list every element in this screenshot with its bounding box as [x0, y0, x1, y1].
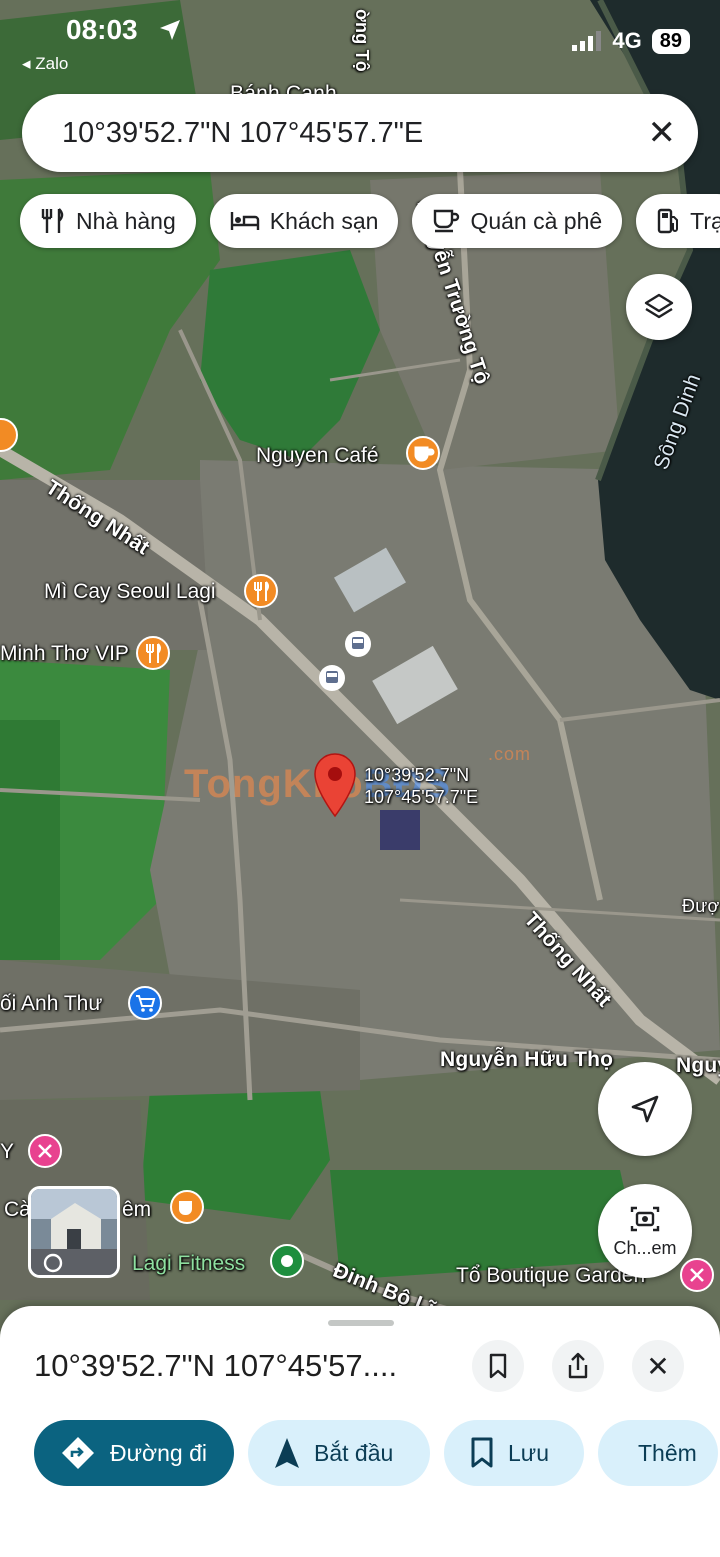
bookmark-icon: [489, 1353, 507, 1379]
shopping-cart-marker-icon[interactable]: [128, 986, 162, 1026]
gas-station-icon: [657, 208, 679, 234]
dropped-pin-icon[interactable]: [312, 752, 358, 818]
attraction-marker-icon[interactable]: [680, 1258, 714, 1298]
poi-label-oi-anh-thu[interactable]: ối Anh Thư: [0, 992, 102, 1016]
directions-button[interactable]: Đường đi: [34, 1420, 234, 1486]
network-type: 4G: [612, 28, 642, 53]
chip-label: Khách sạn: [269, 207, 379, 234]
road-label-nguy-edge: Nguy: [676, 1054, 720, 1077]
search-bar[interactable]: 10°39'52.7"N 107°45'57.7"E ✕: [22, 94, 698, 172]
cafe-marker-icon[interactable]: [406, 436, 440, 476]
bus-stop-icon[interactable]: [318, 664, 346, 692]
dropped-pin-coordinates: 10°39'52.7"N 107°45'57.7"E: [364, 764, 478, 808]
status-time: 08:03: [66, 14, 138, 45]
map-view[interactable]: Thống Nhất Thống Nhất Nguyễn Trường Tộ N…: [0, 0, 720, 1340]
save-label: Lưu: [508, 1439, 549, 1466]
my-location-button[interactable]: [598, 1062, 692, 1156]
restaurant-marker-icon[interactable]: [136, 636, 170, 676]
poi-label-ca[interactable]: Cà: [4, 1198, 31, 1222]
action-buttons: Đường đi Bắt đầu Lưu Thêm: [34, 1420, 718, 1486]
chip-label: Trạ: [690, 207, 720, 234]
dropped-pin-lng: 107°45'57.7"E: [364, 787, 479, 807]
share-icon: [568, 1352, 588, 1379]
share-button[interactable]: [552, 1340, 604, 1392]
camera-label: Ch...em: [613, 1237, 677, 1258]
bookmark-icon: [471, 1437, 493, 1468]
chip-coffee[interactable]: Quán cà phê: [412, 194, 623, 248]
more-label: Thêm: [638, 1439, 697, 1466]
place-bottom-sheet[interactable]: 10°39'52.7"N 107°45'57.... ✕ Đường đi Bắ…: [0, 1306, 720, 1557]
sheet-drag-handle[interactable]: [328, 1320, 394, 1326]
camera-icon: [630, 1206, 660, 1231]
start-label: Bắt đầu: [314, 1439, 394, 1466]
fitness-marker-icon[interactable]: [270, 1244, 304, 1284]
restaurant-icon: [41, 208, 64, 233]
restaurant-marker-icon[interactable]: [244, 574, 278, 614]
road-label-nguyen-huu-tho: Nguyễn Hữu Thọ: [440, 1048, 614, 1071]
attraction-marker-icon[interactable]: [28, 1134, 62, 1174]
coffee-icon: [434, 209, 460, 233]
poi-label-mi-cay-seoul-lagi[interactable]: Mì Cay Seoul Lagi: [44, 580, 216, 604]
more-button[interactable]: Thêm: [598, 1420, 718, 1486]
status-indicators: 4G 89: [572, 28, 690, 54]
close-sheet-button[interactable]: ✕: [632, 1340, 684, 1392]
poi-label-em[interactable]: êm: [122, 1198, 151, 1222]
poi-label-y[interactable]: Y: [0, 1140, 14, 1164]
search-input[interactable]: 10°39'52.7"N 107°45'57.7"E: [62, 117, 648, 150]
road-label-duo-edge: Đượ: [682, 896, 720, 916]
chip-label: Quán cà phê: [470, 207, 603, 234]
chip-restaurants[interactable]: Nhà hàng: [20, 194, 196, 248]
place-title: 10°39'52.7"N 107°45'57....: [34, 1348, 398, 1383]
cafe-marker-icon[interactable]: [170, 1190, 204, 1230]
close-icon: ✕: [646, 1350, 670, 1382]
navigation-arrow-icon: [631, 1095, 659, 1123]
start-button[interactable]: Bắt đầu: [248, 1420, 430, 1486]
navigation-icon: [275, 1438, 299, 1468]
layers-button[interactable]: [626, 274, 692, 340]
layers-icon: [644, 293, 674, 319]
watermark-suffix: .com: [488, 744, 532, 764]
chip-gas-station[interactable]: Trạ: [636, 194, 720, 248]
clear-search-icon[interactable]: ✕: [648, 116, 677, 150]
back-to-app[interactable]: ◂ Zalo: [22, 54, 68, 74]
save-action-button[interactable]: Lưu: [444, 1420, 584, 1486]
signal-icon: [572, 31, 602, 51]
poi-label-lagi-fitness[interactable]: Lagi Fitness: [132, 1252, 245, 1276]
cafe-marker-icon-edge[interactable]: [0, 418, 18, 458]
street-view-image: [31, 1189, 117, 1275]
battery-level: 89: [651, 28, 690, 54]
location-arrow-icon: [160, 20, 180, 40]
hotel-icon: [230, 212, 259, 230]
chip-label: Nhà hàng: [76, 207, 176, 234]
poi-label-minh-tho-vip[interactable]: Minh Thơ VIP: [0, 642, 129, 666]
chip-hotels[interactable]: Khách sạn: [209, 194, 399, 248]
camera-search-button[interactable]: Ch...em: [598, 1184, 692, 1278]
save-button[interactable]: [472, 1340, 524, 1392]
category-chips: Nhà hàng Khách sạn Quán cà phê Trạ: [20, 194, 720, 248]
bus-stop-icon[interactable]: [344, 630, 372, 658]
directions-icon: [62, 1437, 94, 1469]
directions-label: Đường đi: [110, 1439, 207, 1466]
poi-label-nguyen-cafe[interactable]: Nguyen Café: [256, 444, 379, 468]
road-label-top-street: ờng Tộ: [351, 9, 372, 72]
dropped-pin-lat: 10°39'52.7"N: [364, 765, 470, 785]
street-view-thumbnail[interactable]: [28, 1186, 120, 1278]
